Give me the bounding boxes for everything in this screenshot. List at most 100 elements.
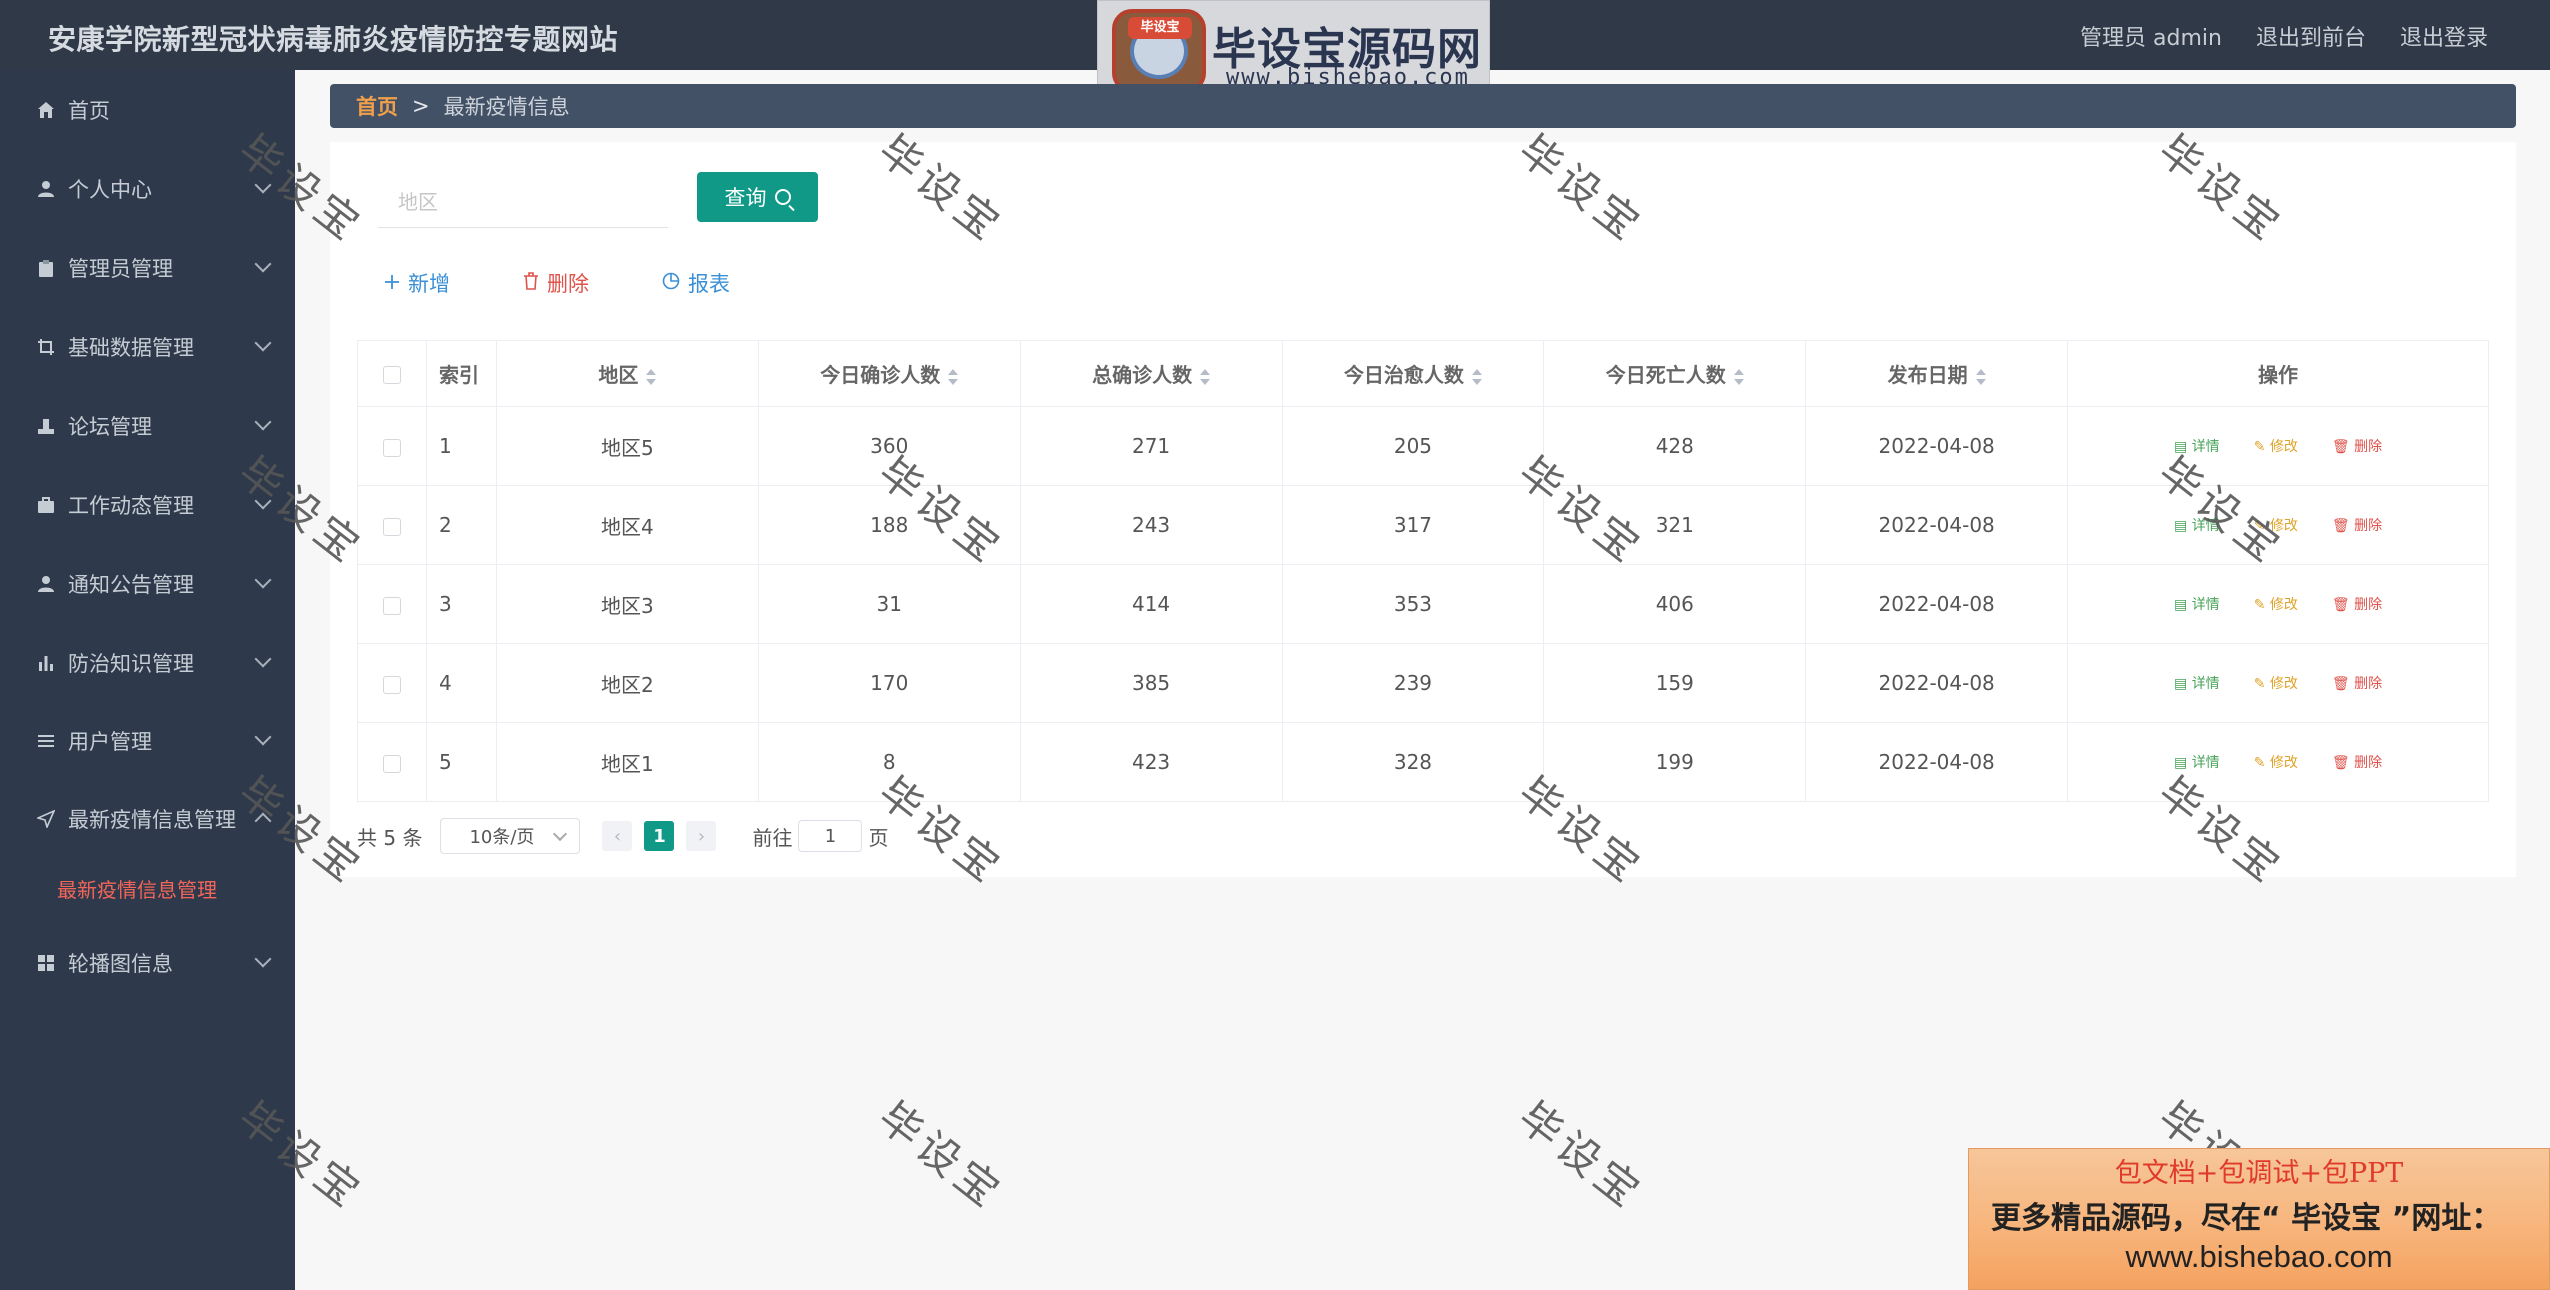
trash-icon: 🗑	[2331, 755, 2355, 771]
row-delete-button[interactable]: 🗑 删除	[2332, 673, 2382, 693]
ad-line-2: 更多精品源码，尽在“ 毕设宝 ”网址：	[1991, 1201, 2502, 1236]
column-header-index: 索引	[426, 340, 497, 407]
cell-region: 地区3	[496, 564, 759, 644]
crop-icon	[36, 337, 56, 357]
report-button[interactable]: 报表	[662, 268, 730, 298]
cell-date: 2022-04-08	[1805, 722, 2069, 802]
sidebar-item-carousel[interactable]: 轮播图信息	[0, 935, 295, 991]
sidebar-subitem-epidemic-info[interactable]: 最新疫情信息管理	[0, 860, 295, 916]
row-edit-label: 修改	[2269, 676, 2298, 692]
row-checkbox[interactable]	[382, 517, 401, 536]
sidebar-item-home[interactable]: 首页	[0, 82, 295, 138]
sidebar-item-label: 论坛管理	[68, 415, 152, 439]
cell-index: 5	[426, 722, 497, 802]
admin-user-link[interactable]: 管理员 admin	[2080, 20, 2222, 52]
chevron-down-icon	[254, 728, 272, 746]
trash-icon: 🗑	[2331, 518, 2355, 534]
ad-banner[interactable]: 包文档+包调试+包PPT 更多精品源码，尽在“ 毕设宝 ”网址： www.bis…	[1968, 1148, 2550, 1290]
top-actions: 管理员 admin 退出到前台 退出登录	[2080, 20, 2488, 52]
logout-link[interactable]: 退出登录	[2400, 20, 2488, 52]
ad-line-1: 包文档+包调试+包PPT	[2114, 1158, 2404, 1189]
row-edit-button[interactable]: ✎ 修改	[2254, 673, 2298, 693]
sort-icon[interactable]	[1471, 368, 1482, 385]
row-edit-button[interactable]: ✎ 修改	[2254, 752, 2298, 772]
cell-ops: ▤ 详情 ✎ 修改 🗑 删除	[2067, 406, 2489, 486]
cell-date: 2022-04-08	[1805, 485, 2069, 565]
goto-page-input[interactable]	[798, 820, 863, 852]
sort-icon[interactable]	[1975, 368, 1986, 385]
sidebar-item-label: 防治知识管理	[68, 652, 194, 676]
row-checkbox[interactable]	[382, 675, 401, 694]
breadcrumb-home[interactable]: 首页	[356, 91, 398, 121]
cell-today-deaths: 406	[1543, 564, 1807, 644]
cell-today-confirmed: 170	[758, 643, 1021, 723]
column-header-total-confirmed[interactable]: 总确诊人数	[1020, 340, 1283, 407]
row-edit-button[interactable]: ✎ 修改	[2254, 594, 2298, 614]
column-header-today-cured[interactable]: 今日治愈人数	[1282, 340, 1545, 407]
sidebar-item-users[interactable]: 用户管理	[0, 713, 295, 769]
row-delete-label: 删除	[2354, 597, 2383, 613]
sidebar-item-admin[interactable]: 管理员管理	[0, 240, 295, 296]
region-search-input[interactable]	[378, 176, 668, 228]
select-all-checkbox[interactable]	[382, 366, 401, 384]
sidebar-item-basic-data[interactable]: 基础数据管理	[0, 319, 295, 375]
sidebar-item-label: 最新疫情信息管理	[68, 808, 236, 832]
sort-icon[interactable]	[646, 368, 657, 385]
cell-today-cured: 317	[1282, 485, 1545, 565]
cell-index: 3	[426, 564, 497, 644]
user-icon	[36, 179, 56, 199]
sidebar-item-knowledge[interactable]: 防治知识管理	[0, 635, 295, 691]
row-checkbox[interactable]	[382, 754, 401, 773]
bar-chart-icon	[36, 653, 56, 673]
cell-today-cured: 353	[1282, 564, 1545, 644]
exit-to-front-link[interactable]: 退出到前台	[2256, 20, 2366, 52]
column-header-today-confirmed[interactable]: 今日确诊人数	[758, 340, 1021, 407]
page-number-current[interactable]: 1	[644, 821, 675, 851]
clipboard-icon	[36, 258, 56, 278]
trash-icon: 🗑	[2331, 597, 2355, 613]
cell-total-confirmed: 385	[1020, 643, 1283, 723]
query-button[interactable]: 查询	[697, 172, 818, 222]
watermark-text: 毕设宝	[869, 1092, 1013, 1220]
pagination: 共 5 条 10条/页 ‹ 1 › 前往 页	[357, 818, 888, 854]
page-size-select[interactable]: 10条/页	[440, 818, 581, 854]
row-checkbox[interactable]	[382, 438, 401, 457]
row-edit-button[interactable]: ✎ 修改	[2254, 436, 2298, 456]
list-icon	[36, 731, 56, 751]
row-delete-button[interactable]: 🗑 删除	[2332, 515, 2382, 535]
sort-icon[interactable]	[948, 368, 959, 385]
column-header-region[interactable]: 地区	[496, 340, 759, 407]
pencil-icon: ✎	[2253, 439, 2270, 455]
cell-date: 2022-04-08	[1805, 406, 2069, 486]
cell-ops: ▤ 详情 ✎ 修改 🗑 删除	[2067, 722, 2489, 802]
next-page-button[interactable]: ›	[686, 821, 717, 851]
row-detail-button[interactable]: ▤ 详情	[2174, 594, 2220, 614]
column-header-today-deaths[interactable]: 今日死亡人数	[1543, 340, 1807, 407]
sort-icon[interactable]	[1200, 368, 1211, 385]
column-header-date[interactable]: 发布日期	[1805, 340, 2069, 407]
column-header-label: 今日死亡人数	[1605, 363, 1726, 387]
chevron-down-icon	[254, 413, 272, 431]
sidebar-item-label: 轮播图信息	[68, 952, 173, 976]
row-edit-label: 修改	[2269, 597, 2298, 613]
table-row: 4 地区2 170 385 239 159 2022-04-08 ▤ 详情 ✎ 修改 🗑 删除	[357, 643, 2489, 723]
row-delete-button[interactable]: 🗑 删除	[2332, 436, 2382, 456]
batch-delete-button[interactable]: 删除	[523, 268, 589, 298]
sort-icon[interactable]	[1733, 368, 1744, 385]
table-row: 3 地区3 31 414 353 406 2022-04-08 ▤ 详情 ✎ 修改 🗑 删除	[357, 564, 2489, 644]
table-header-row: 索引 地区 今日确诊人数 总确诊人数 今日治愈人数 今日死亡人数 发布日期 操作	[357, 340, 2489, 407]
column-header-label: 今日治愈人数	[1343, 363, 1464, 387]
row-checkbox[interactable]	[382, 596, 401, 615]
logo-badge-icon: 毕设宝	[1112, 9, 1206, 93]
cell-ops: ▤ 详情 ✎ 修改 🗑 删除	[2067, 643, 2489, 723]
column-header-label: 今日确诊人数	[820, 363, 941, 387]
column-header-ops: 操作	[2067, 340, 2489, 407]
add-button[interactable]: 新增	[384, 268, 450, 298]
sidebar-item-notices[interactable]: 通知公告管理	[0, 556, 295, 612]
cell-index: 2	[426, 485, 497, 565]
row-delete-button[interactable]: 🗑 删除	[2332, 752, 2382, 772]
row-detail-button[interactable]: ▤ 详情	[2174, 673, 2220, 693]
row-delete-button[interactable]: 🗑 删除	[2332, 594, 2382, 614]
sidebar-item-forum[interactable]: 论坛管理	[0, 398, 295, 454]
prev-page-button[interactable]: ‹	[602, 821, 633, 851]
